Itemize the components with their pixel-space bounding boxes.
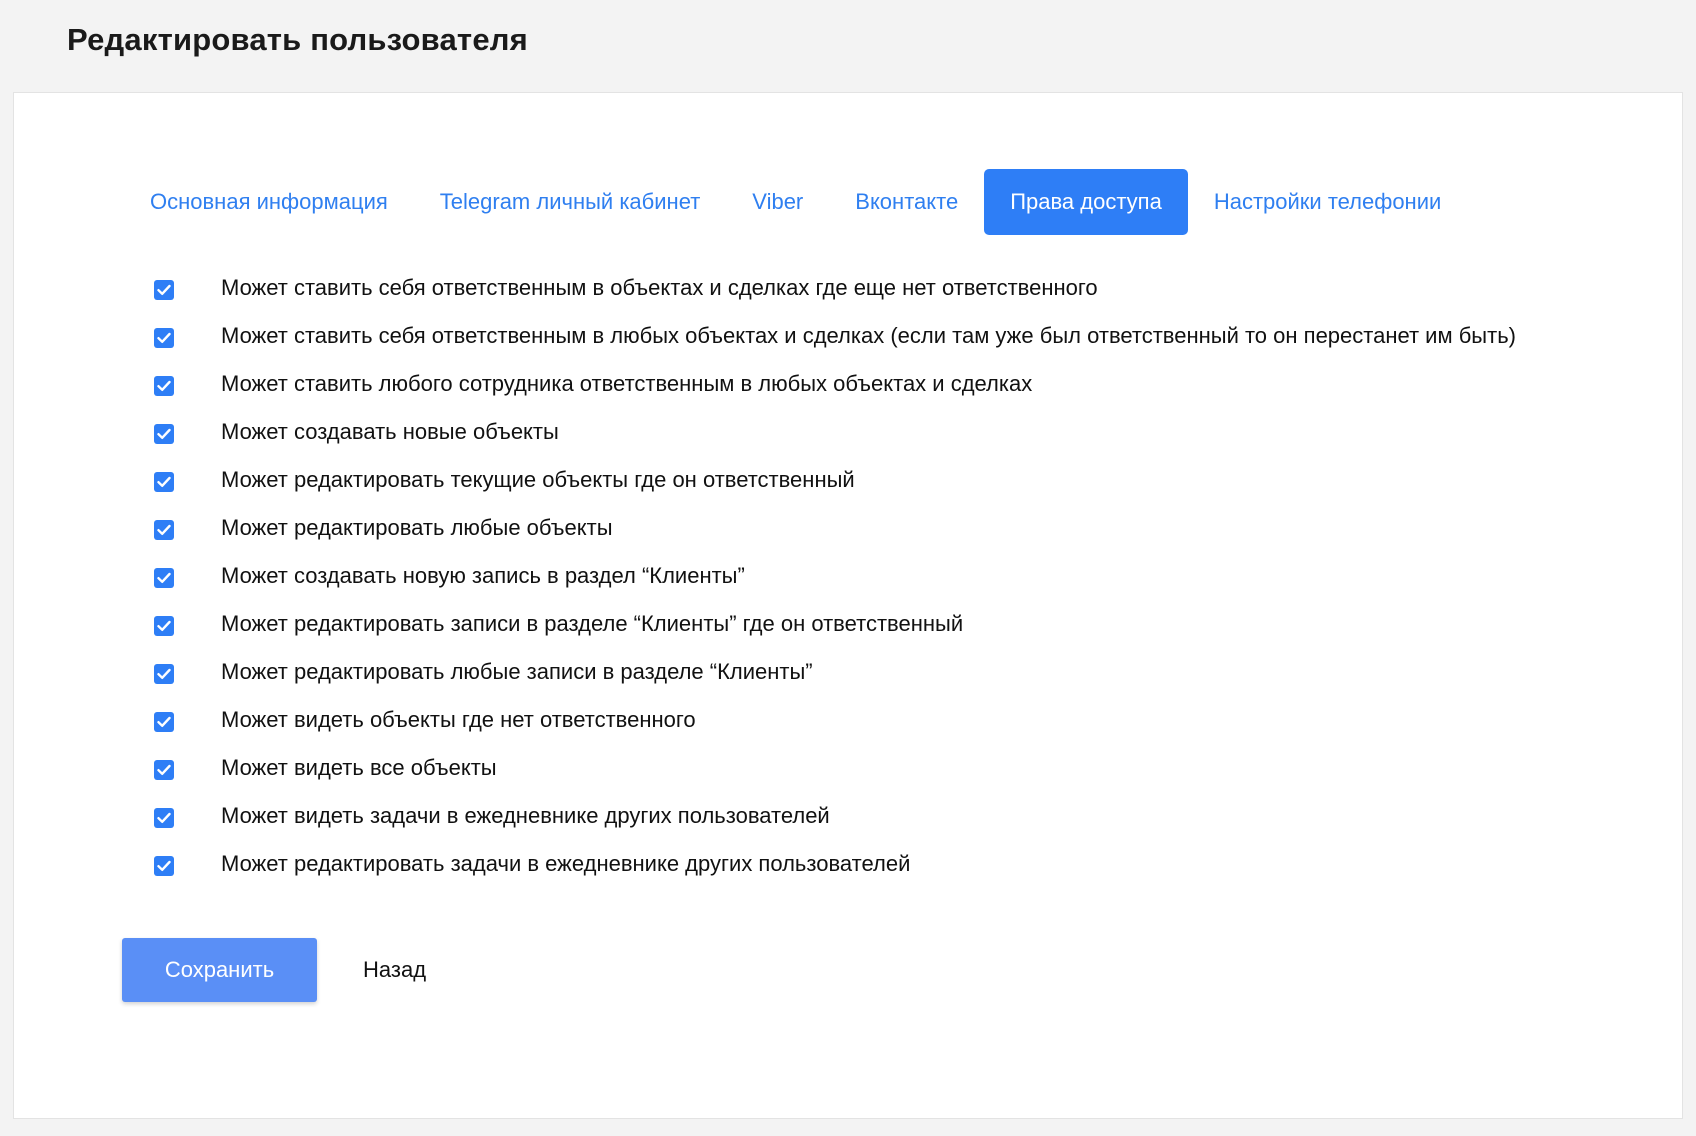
permission-checkbox[interactable] xyxy=(154,856,174,876)
permission-row: Может редактировать любые объекты xyxy=(154,504,1654,552)
permission-row: Может видеть задачи в ежедневнике других… xyxy=(154,792,1654,840)
tab-telephony-settings[interactable]: Настройки телефонии xyxy=(1188,169,1467,235)
permission-row: Может создавать новые объекты xyxy=(154,408,1654,456)
checkmark-icon xyxy=(157,572,171,583)
permission-row: Может видеть все объекты xyxy=(154,744,1654,792)
permission-label: Может редактировать записи в разделе “Кл… xyxy=(221,611,964,636)
checkmark-icon xyxy=(157,860,171,871)
save-button[interactable]: Сохранить xyxy=(122,938,317,1002)
checkmark-icon xyxy=(157,284,171,295)
permission-label: Может создавать новую запись в раздел “К… xyxy=(221,563,745,588)
page-title: Редактировать пользователя xyxy=(67,22,528,57)
permission-checkbox[interactable] xyxy=(154,424,174,444)
tab-bar: Основная информация Telegram личный каби… xyxy=(124,169,1467,235)
tab-main-info[interactable]: Основная информация xyxy=(124,169,414,235)
permission-row: Может ставить любого сотрудника ответств… xyxy=(154,360,1654,408)
back-button[interactable]: Назад xyxy=(363,957,426,983)
permission-label: Может редактировать любые записи в разде… xyxy=(221,659,813,684)
checkmark-icon xyxy=(157,428,171,439)
permission-label: Может создавать новые объекты xyxy=(221,419,559,444)
permission-checkbox[interactable] xyxy=(154,376,174,396)
permission-checkbox[interactable] xyxy=(154,712,174,732)
checkmark-icon xyxy=(157,716,171,727)
tab-vkontakte[interactable]: Вконтакте xyxy=(829,169,984,235)
permission-label: Может ставить себя ответственным в объек… xyxy=(221,275,1098,300)
checkmark-icon xyxy=(157,476,171,487)
permission-checkbox[interactable] xyxy=(154,808,174,828)
permission-label: Может видеть все объекты xyxy=(221,755,497,780)
permission-label: Может редактировать задачи в ежедневнике… xyxy=(221,851,911,876)
permission-row: Может редактировать текущие объекты где … xyxy=(154,456,1654,504)
checkmark-icon xyxy=(157,332,171,343)
checkmark-icon xyxy=(157,764,171,775)
permission-label: Может видеть задачи в ежедневнике других… xyxy=(221,803,830,828)
checkmark-icon xyxy=(157,812,171,823)
permissions-list: Может ставить себя ответственным в объек… xyxy=(154,264,1654,888)
tab-telegram[interactable]: Telegram личный кабинет xyxy=(414,169,727,235)
tab-access-rights[interactable]: Права доступа xyxy=(984,169,1188,235)
permission-label: Может ставить любого сотрудника ответств… xyxy=(221,371,1033,396)
checkmark-icon xyxy=(157,380,171,391)
permission-row: Может редактировать записи в разделе “Кл… xyxy=(154,600,1654,648)
checkmark-icon xyxy=(157,668,171,679)
permission-checkbox[interactable] xyxy=(154,760,174,780)
permission-checkbox[interactable] xyxy=(154,568,174,588)
permission-label: Может видеть объекты где нет ответственн… xyxy=(221,707,696,732)
permission-label: Может ставить себя ответственным в любых… xyxy=(221,323,1516,348)
tab-viber[interactable]: Viber xyxy=(726,169,829,235)
permission-label: Может редактировать любые объекты xyxy=(221,515,613,540)
permission-checkbox[interactable] xyxy=(154,328,174,348)
permission-row: Может ставить себя ответственным в любых… xyxy=(154,312,1654,360)
permission-checkbox[interactable] xyxy=(154,616,174,636)
permission-row: Может редактировать задачи в ежедневнике… xyxy=(154,840,1654,888)
edit-user-card: Основная информация Telegram личный каби… xyxy=(13,92,1683,1119)
checkmark-icon xyxy=(157,524,171,535)
permission-row: Может ставить себя ответственным в объек… xyxy=(154,264,1654,312)
form-actions: Сохранить Назад xyxy=(122,938,426,1002)
permission-checkbox[interactable] xyxy=(154,664,174,684)
permission-row: Может создавать новую запись в раздел “К… xyxy=(154,552,1654,600)
permission-row: Может редактировать любые записи в разде… xyxy=(154,648,1654,696)
checkmark-icon xyxy=(157,620,171,631)
permission-checkbox[interactable] xyxy=(154,520,174,540)
permission-checkbox[interactable] xyxy=(154,280,174,300)
permission-label: Может редактировать текущие объекты где … xyxy=(221,467,855,492)
permission-row: Может видеть объекты где нет ответственн… xyxy=(154,696,1654,744)
permission-checkbox[interactable] xyxy=(154,472,174,492)
